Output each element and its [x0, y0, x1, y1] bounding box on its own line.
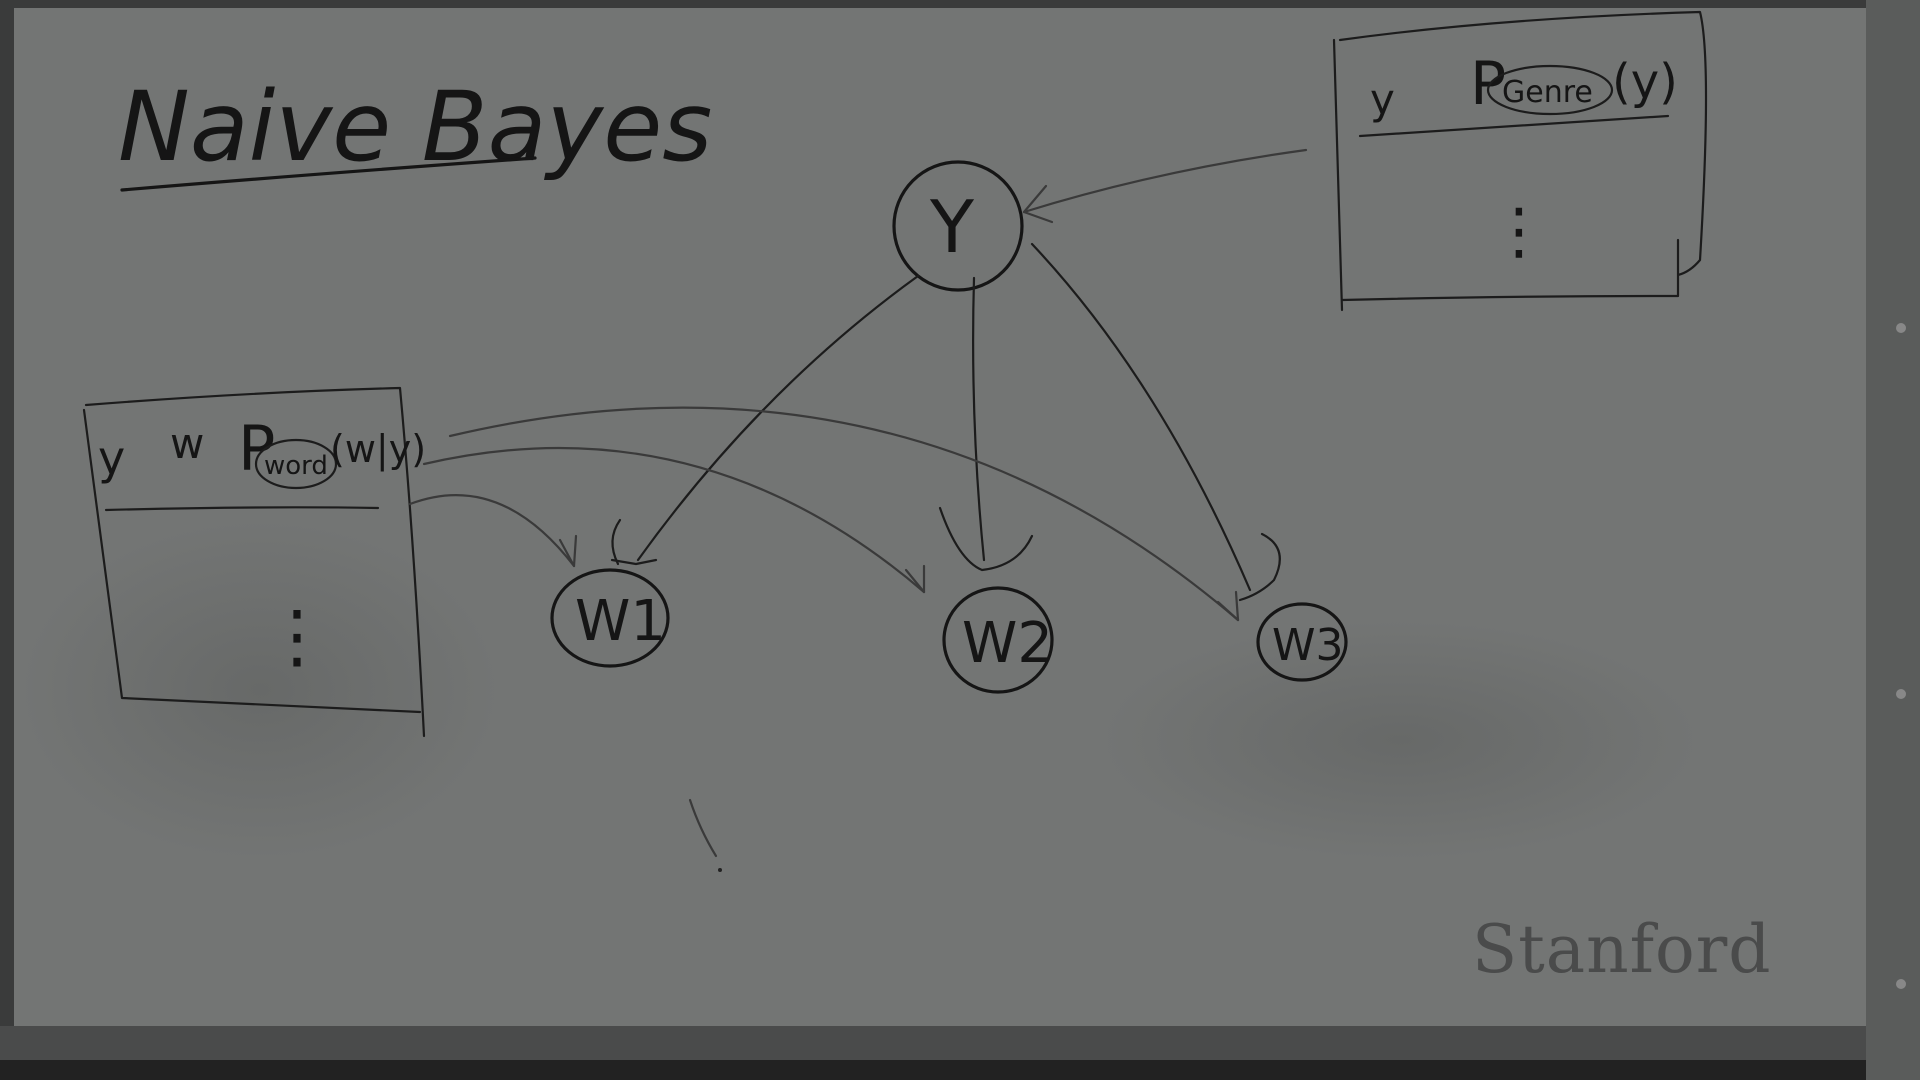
likelihood-table-dots: ⋮ — [262, 595, 332, 677]
prior-col-y: y — [1370, 75, 1395, 124]
word-node-1-label: W1 — [575, 589, 666, 654]
prior-col-subscript: Genre — [1502, 75, 1593, 110]
word-node-2-label: W2 — [962, 611, 1053, 676]
whiteboard-photo: Naive Bayes y P Genre (y) ⋮ y w P word (… — [0, 0, 1920, 1080]
prior-col-arg: (y) — [1612, 54, 1678, 110]
class-node-label: Y — [929, 185, 975, 269]
likelihood-col-arg: (w|y) — [330, 427, 426, 472]
board-right-edge — [1866, 0, 1920, 1080]
likelihood-col-y: y — [98, 431, 125, 485]
likelihood-col-subscript: word — [264, 451, 328, 481]
stanford-watermark: Stanford — [1472, 911, 1772, 988]
eraser-smudge — [20, 520, 500, 860]
whiteboard: Naive Bayes y P Genre (y) ⋮ y w P word (… — [0, 0, 1920, 1080]
likelihood-col-w: w — [170, 419, 204, 468]
word-node-3-label: W3 — [1272, 620, 1344, 671]
prior-table-dots: ⋮ — [1488, 194, 1550, 267]
prior-col-p: P — [1470, 49, 1506, 119]
